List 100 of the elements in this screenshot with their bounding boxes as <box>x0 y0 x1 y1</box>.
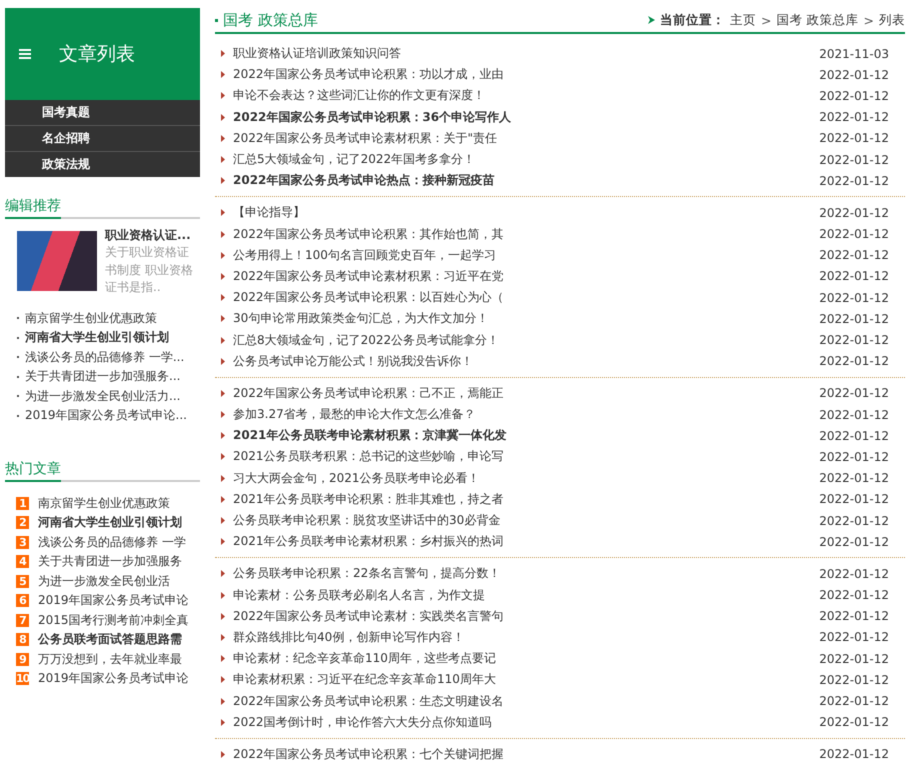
menu-icon[interactable] <box>19 49 31 59</box>
feature-summary: 关于职业资格证书制度 职业资格证书是指.. <box>105 244 193 296</box>
breadcrumb-link[interactable]: 列表 <box>879 12 905 28</box>
article-link[interactable]: 2021年公务员联考申论素材积累：京津冀一体化发 <box>233 427 820 444</box>
article-link[interactable]: 2022年国家公务员考试申论积累：功以才成，业由 <box>233 66 820 84</box>
article-date: 2022-01-12 <box>819 333 889 348</box>
menu-item[interactable]: 名企招聘 <box>5 126 200 152</box>
article-link[interactable]: 2022年国家公务员考试申论热点：接种新冠疫苗 <box>233 172 820 190</box>
article-link[interactable]: 公务员联考面试答题思路需 <box>38 631 182 648</box>
article-link[interactable]: 关于共青团进一步加强服务 <box>38 553 182 570</box>
article-link[interactable]: 公务员联考申论积累：22条名言警句，提高分数！ <box>233 565 820 582</box>
article-link[interactable]: 南京留学生创业优惠政策 <box>25 310 157 327</box>
article-link[interactable]: 南京留学生创业优惠政策 <box>38 494 170 512</box>
article-link[interactable]: 公务员考试申论万能公式！别说我没告诉你！ <box>233 352 820 370</box>
article-link[interactable]: 2022年国家公务员考试申论积累：己不正，焉能正 <box>233 384 820 402</box>
article-date: 2022-01-12 <box>819 110 889 124</box>
article-date: 2022-01-12 <box>819 747 889 762</box>
article-link[interactable]: 2022年国家公务员考试申论积累：其作始也简，其 <box>233 226 820 243</box>
article-link[interactable]: 30句申论常用政策类金句汇总，为大作文加分！ <box>233 310 820 328</box>
article-date: 2022-01-12 <box>819 227 889 242</box>
rank-badge: 9 <box>16 652 29 666</box>
article-link[interactable]: 2019年国家公务员考试申论 <box>38 670 189 688</box>
article-date: 2022-01-12 <box>819 386 889 400</box>
caret-icon <box>221 156 225 164</box>
caret-icon <box>221 92 225 100</box>
article-link[interactable]: 2019年国家公务员考试申论... <box>25 407 187 424</box>
article-link[interactable]: 河南省大学生创业引领计划 <box>38 514 182 532</box>
article-link[interactable]: 申论素材积累：习近平在纪念辛亥革命110周年大 <box>233 671 820 688</box>
caret-icon <box>221 114 225 121</box>
breadcrumb-link[interactable]: 国考 政策总库 <box>776 12 859 28</box>
article-link[interactable]: 2019年国家公务员考试申论 <box>38 592 189 610</box>
article-date: 2022-01-12 <box>819 672 889 687</box>
caret-icon <box>221 71 225 78</box>
article-date: 2022-01-12 <box>819 428 889 443</box>
caret-icon <box>221 336 225 344</box>
article-link[interactable]: 河南省大学生创业引领计划 <box>25 329 169 346</box>
article-link[interactable]: 申论素材：纪念辛亥革命110周年，这些考点要记 <box>233 650 820 668</box>
article-link[interactable]: 2022年国家公务员考试申论积累：生态文明建设名 <box>233 692 820 710</box>
caret-icon <box>221 750 225 758</box>
rank-badge: 1 <box>16 496 29 510</box>
caret-icon <box>221 718 225 726</box>
caret-icon <box>221 50 225 58</box>
caret-icon <box>221 634 225 641</box>
article-link[interactable]: 参加3.27省考，最愁的申论大作文怎么准备？ <box>233 406 820 424</box>
article-date: 2022-01-12 <box>819 566 889 581</box>
article-link[interactable]: 2021公务员联考积累：总书记的这些妙喻，申论写 <box>233 448 820 466</box>
article-link[interactable]: 浅谈公务员的品德修养 一学... <box>25 348 184 366</box>
article-link[interactable]: 习大大两会金句，2021公务员联考申论必看！ <box>233 470 820 487</box>
caret-icon <box>221 358 225 365</box>
caret-icon <box>221 272 225 280</box>
breadcrumb-link[interactable]: 主页 <box>730 12 756 28</box>
article-date: 2022-01-12 <box>819 492 889 506</box>
article-link[interactable]: 汇总5大领域金句，记了2022年国考多拿分！ <box>233 151 820 168</box>
article-link[interactable]: 2022年国家公务员考试申论积累：以百姓心为心（ <box>233 289 820 306</box>
article-date: 2022-01-12 <box>819 174 889 188</box>
rank-badge: 2 <box>16 516 29 530</box>
article-date: 2022-01-12 <box>819 630 889 644</box>
article-link[interactable]: 公考用得上！100句名言回顾党史百年，一起学习 <box>233 246 820 264</box>
article-date: 2022-01-12 <box>819 534 889 549</box>
article-link[interactable]: 申论素材：公务员联考必刷名人名言，为作文提 <box>233 586 820 604</box>
breadcrumb-label: 当前位置： <box>660 12 726 28</box>
article-date: 2022-01-12 <box>819 290 889 305</box>
article-link[interactable]: 2015国考行测考前冲刺全真 <box>38 612 189 629</box>
article-link[interactable]: 汇总8大领域金句，记了2022公务员考试能拿分！ <box>233 332 820 349</box>
article-link[interactable]: 公务员联考申论积累：脱贫攻坚讲话中的30必背金 <box>233 512 820 530</box>
article-link[interactable]: 2022年国家公务员考试申论素材：实践类名言警句 <box>233 608 820 625</box>
rank-badge: 4 <box>16 555 29 568</box>
article-link[interactable]: 2022年国家公务员考试申论积累：七个关键词把握 <box>233 746 820 763</box>
article-date: 2022-01-12 <box>819 248 889 262</box>
article-link[interactable]: 职业资格认证培训政策知识问答 <box>233 45 820 62</box>
article-date: 2022-01-12 <box>819 312 889 326</box>
article-date: 2022-01-12 <box>819 715 889 730</box>
article-link[interactable]: 为进一步激发全民创业活力... <box>25 388 180 405</box>
article-date: 2022-01-12 <box>819 354 889 368</box>
article-link[interactable]: 群众路线排比句40例，创新申论写作内容！ <box>233 628 820 646</box>
menu-item[interactable]: 国考真题 <box>5 100 200 126</box>
section-title: 热门文章 <box>5 460 61 482</box>
article-link[interactable]: 浅谈公务员的品德修养 一学 <box>38 534 186 551</box>
article-link[interactable]: 2022年国家公务员考试申论素材积累：习近平在党 <box>233 268 820 285</box>
article-link[interactable]: 2022国考倒计时，申论作答六大失分点你知道吗 <box>233 714 820 731</box>
article-link[interactable]: 为进一步激发全民创业活 <box>38 572 170 590</box>
caret-icon <box>221 294 225 302</box>
article-date: 2022-01-12 <box>819 652 889 666</box>
article-link[interactable]: 万万没想到，去年就业率最 <box>38 650 182 668</box>
article-link[interactable]: 2021年公务员联考申论积累：胜非其难也，持之者 <box>233 490 820 508</box>
rank-badge: 7 <box>16 614 29 627</box>
article-date: 2022-01-12 <box>819 88 889 103</box>
article-link[interactable]: 【申论指导】 <box>233 204 820 222</box>
menu-item[interactable]: 政策法规 <box>5 152 200 177</box>
caret-icon <box>221 177 225 184</box>
article-date: 2022-01-12 <box>819 450 889 464</box>
rank-badge: 6 <box>16 594 29 608</box>
article-link[interactable]: 申论不会表达？这些词汇让你的作文更有深度！ <box>233 87 820 104</box>
article-link[interactable]: 关于共青团进一步加强服务... <box>25 368 180 386</box>
article-link[interactable]: 2022年国家公务员考试申论积累：36个申论写作人 <box>233 108 820 126</box>
article-link[interactable]: 2021年公务员联考申论素材积累：乡村振兴的热词 <box>233 533 820 550</box>
caret-icon <box>221 570 225 578</box>
feature-title[interactable]: 职业资格认证... <box>105 227 193 244</box>
article-date: 2022-01-12 <box>819 269 889 284</box>
article-link[interactable]: 2022年国家公务员考试申论素材积累：关于"责任 <box>233 130 820 147</box>
